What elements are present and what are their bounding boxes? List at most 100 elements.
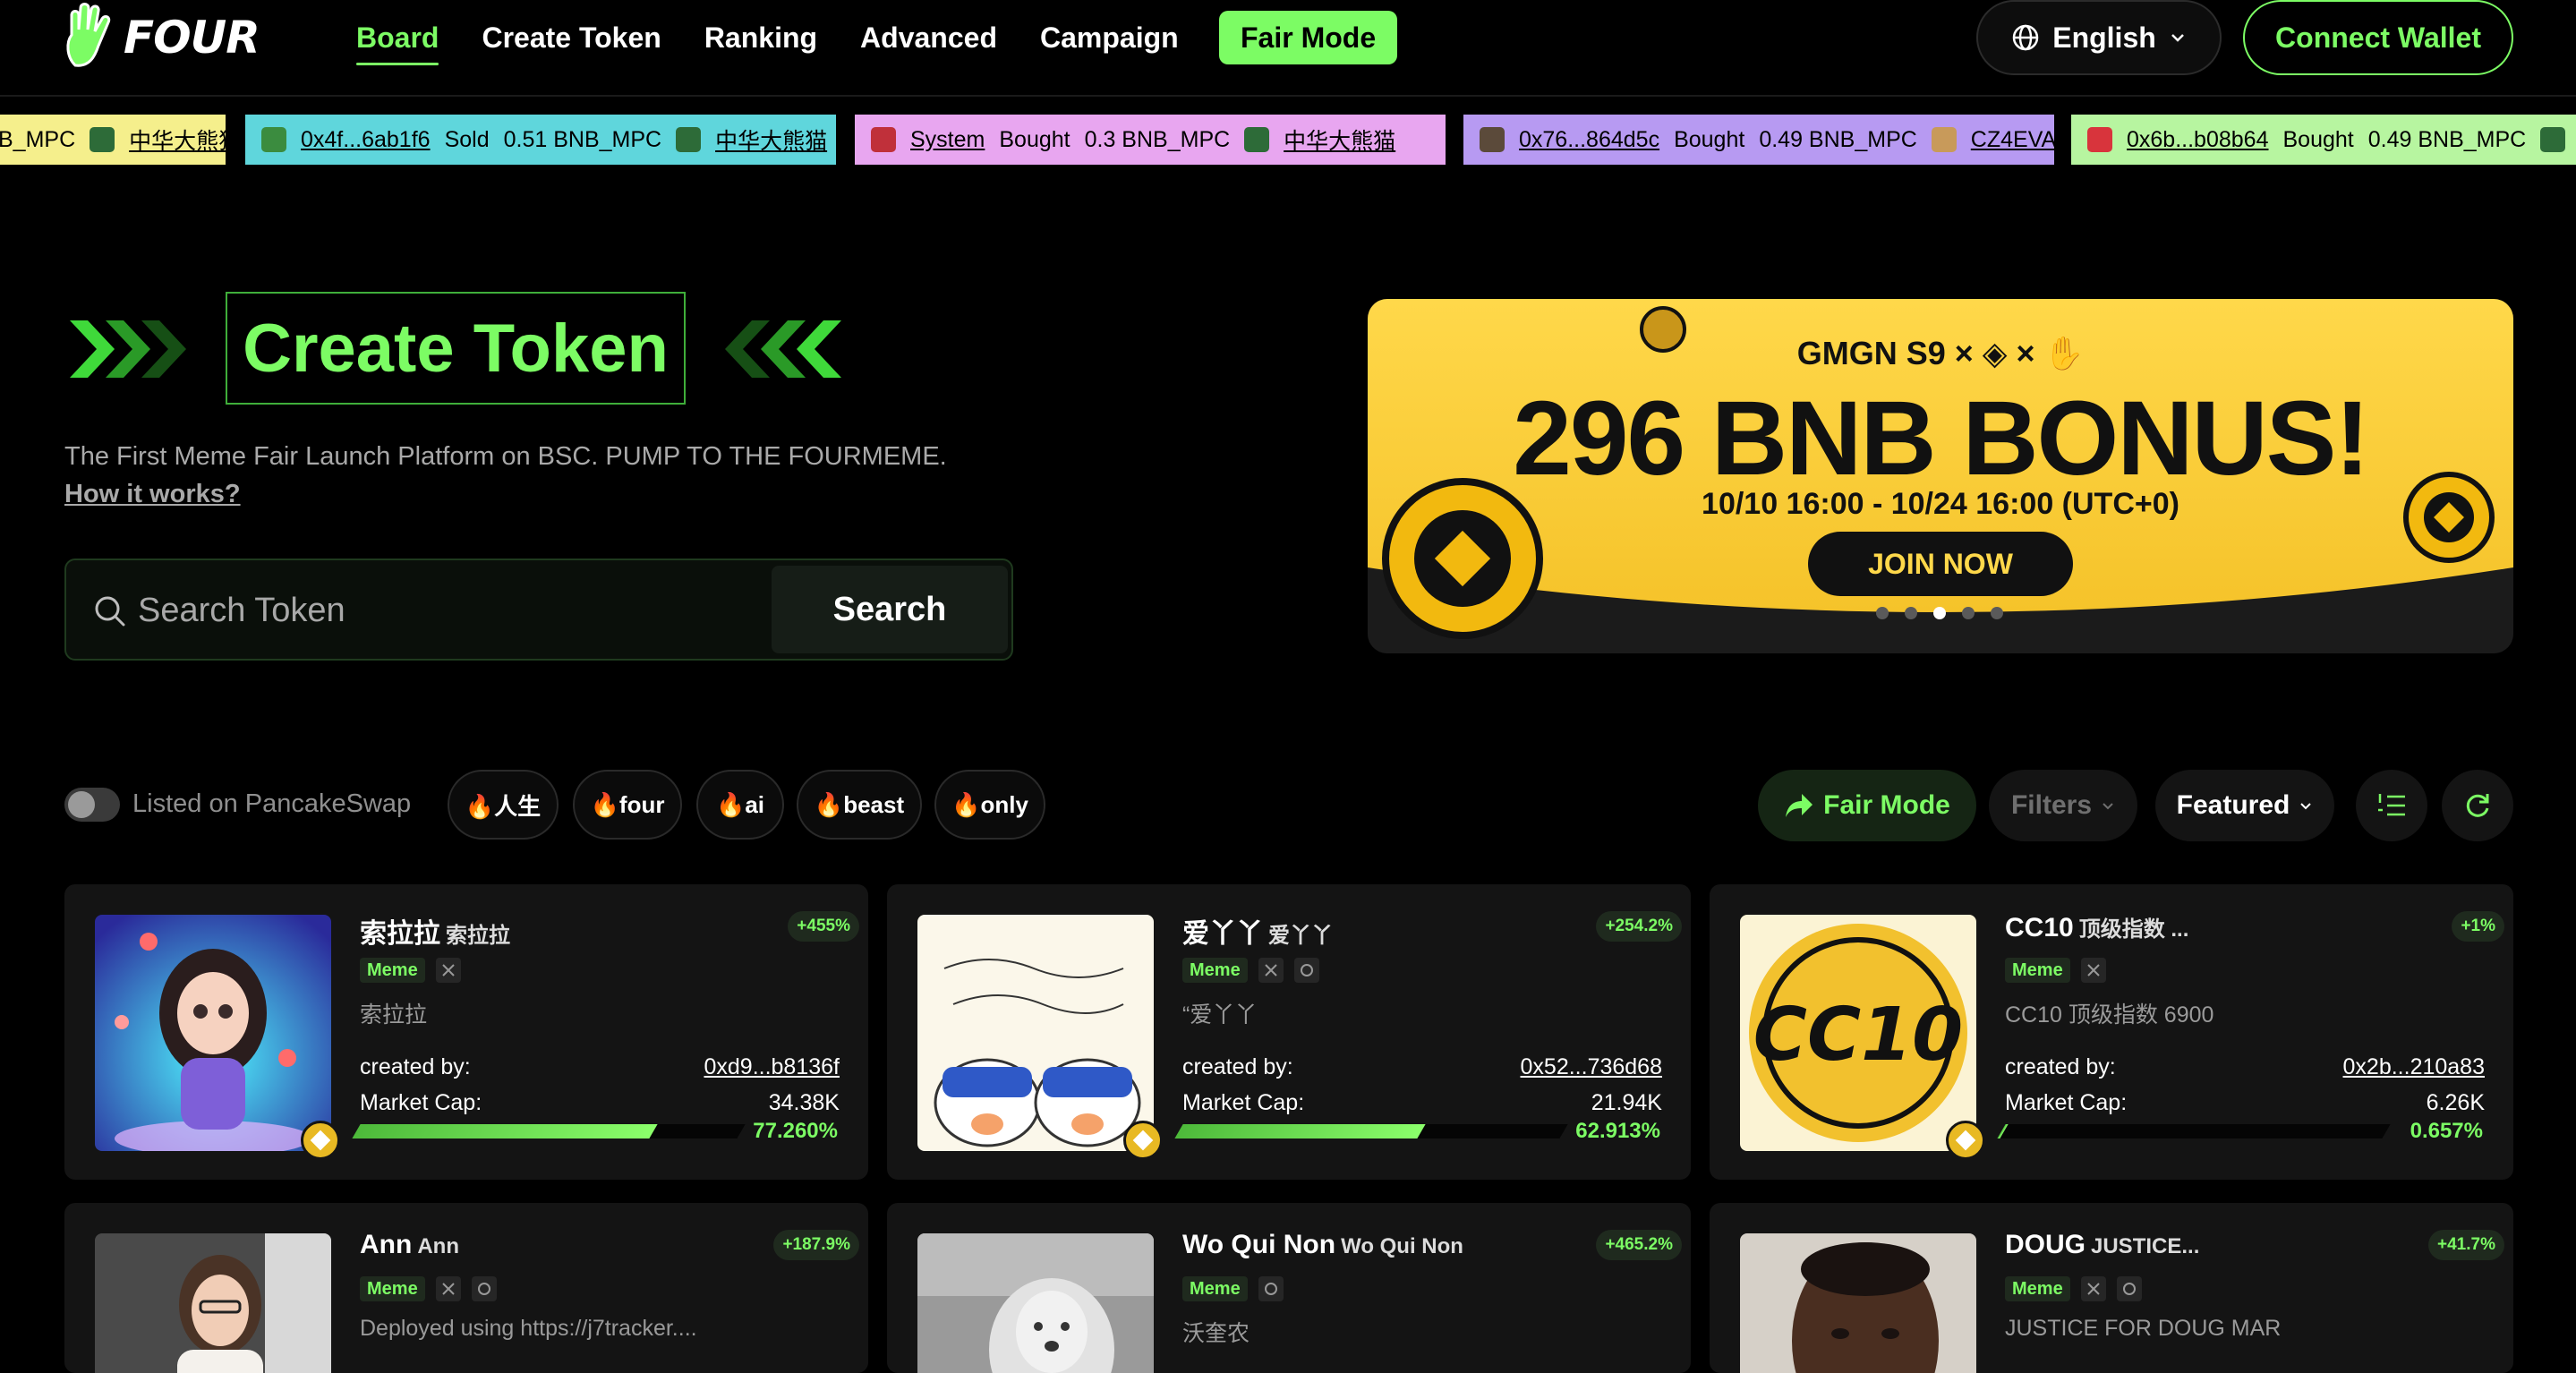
refresh-button[interactable] <box>2442 770 2513 841</box>
market-cap-value: 6.26K <box>2426 1090 2485 1115</box>
bonding-progress-bar <box>1997 1124 2391 1138</box>
market-cap-value: 21.94K <box>1591 1090 1662 1115</box>
sort-dropdown[interactable]: Featured <box>2155 770 2334 841</box>
chip-tag[interactable]: 🔥ai <box>696 770 784 840</box>
top-nav: FOUR Board Create Token Ranking Advanced… <box>0 0 2576 97</box>
how-it-works-link[interactable]: How it works? <box>64 480 241 509</box>
progress-percent: 77.260% <box>753 1119 838 1143</box>
carousel-dot-active[interactable] <box>1933 607 1946 619</box>
share-arrow-icon <box>1786 794 1813 817</box>
four-logo[interactable]: FOUR <box>63 0 260 75</box>
token-avatar-icon <box>676 127 702 152</box>
token-card[interactable]: Ann Ann Meme Deployed using https://j7tra… <box>64 1203 868 1373</box>
website-globe-icon[interactable] <box>1293 958 1319 983</box>
chip-tag[interactable]: 🔥beast <box>797 770 922 840</box>
promo-banner[interactable]: GMGN S9 × ◈ × ✋ 296 BNB BONUS! 10/10 16:… <box>1368 299 2513 653</box>
x-twitter-icon[interactable] <box>1258 958 1284 983</box>
refresh-icon <box>2466 794 2489 817</box>
ticker-token[interactable]: 中华大熊猫 <box>1284 124 1395 156</box>
connect-wallet-button[interactable]: Connect Wallet <box>2243 0 2513 75</box>
token-card[interactable]: 索拉拉 索拉拉 Meme 索拉拉 created by: 0xd9...b8136… <box>64 884 868 1180</box>
chevron-down-icon <box>2300 803 2312 810</box>
meme-tag: Meme <box>1182 958 1248 983</box>
svg-text:CC10: CC10 <box>1753 993 1963 1078</box>
carousel-dot[interactable] <box>1991 607 2003 619</box>
filters-dropdown[interactable]: Filters <box>1989 770 2137 841</box>
token-card[interactable]: CC10 CC10 顶级指数 ... Meme CC10 顶级指数 6900 cr… <box>1710 884 2513 1180</box>
token-tags: Meme <box>1182 958 1319 983</box>
list-view-button[interactable] <box>2356 770 2427 841</box>
progress-fill <box>1174 1124 1426 1138</box>
token-description: CC10 顶级指数 6900 <box>2005 1002 2214 1028</box>
join-now-button[interactable]: JOIN NOW <box>1808 532 2073 596</box>
fair-mode-filter-button[interactable]: Fair Mode <box>1758 770 1976 841</box>
bonding-progress-bar <box>1174 1124 1568 1138</box>
ticker-item[interactable]: B_MPC 中华大熊猫 <box>0 115 241 165</box>
creator-address[interactable]: 0x2b...210a83 <box>2343 1054 2485 1080</box>
bnb-chain-icon <box>1946 1121 1985 1160</box>
ticker-user[interactable]: 0x4f...6ab1f6 <box>301 127 431 153</box>
website-globe-icon[interactable] <box>2116 1276 2142 1301</box>
ticker-item[interactable]: 0x76...864d5c Bought 0.49 BNB_MPC CZ4EVA <box>1463 115 2056 165</box>
change-badge: +41.7% <box>2428 1230 2504 1260</box>
creator-address[interactable]: 0x52...736d68 <box>1521 1054 1662 1080</box>
hero-subtitle: The First Meme Fair Launch Platform on B… <box>64 442 947 471</box>
user-avatar-icon <box>261 127 286 152</box>
token-description: JUSTICE FOR DOUG MAR <box>2005 1316 2282 1341</box>
chip-tag[interactable]: 🔥four <box>573 770 682 840</box>
website-globe-icon[interactable] <box>471 1276 497 1301</box>
ticker-action: Bought <box>2282 126 2354 152</box>
listed-toggle[interactable] <box>64 788 120 822</box>
chevron-down-icon <box>2171 34 2184 42</box>
carousel-dot[interactable] <box>1876 607 1889 619</box>
token-tags: Meme <box>360 958 461 983</box>
nav-link-campaign[interactable]: Campaign <box>1040 21 1179 55</box>
ticker-token[interactable]: CZ4EVA <box>1971 127 2056 153</box>
token-image <box>1740 1233 1976 1373</box>
ticker-user[interactable]: 0x76...864d5c <box>1519 127 1659 153</box>
x-twitter-icon[interactable] <box>435 958 461 983</box>
ticker-item[interactable]: System Bought 0.3 BNB_MPC 中华大熊猫 <box>855 115 1446 165</box>
ticker-token[interactable]: 中华大熊猫 <box>129 124 241 156</box>
market-cap-row: Market Cap: 6.26K <box>2005 1090 2485 1116</box>
ticker-item[interactable]: 0x4f...6ab1f6 Sold 0.51 BNB_MPC 中华大熊猫 <box>245 115 836 165</box>
token-image <box>95 915 331 1151</box>
ticker-amount: 0.51 BNB_MPC <box>503 126 662 152</box>
ticker-token[interactable]: 中华大熊猫 <box>715 124 827 156</box>
token-tags: Meme <box>2005 958 2106 983</box>
nav-link-ranking[interactable]: Ranking <box>704 21 817 55</box>
ticker-item[interactable]: 0x6b...b08b64 Bought 0.49 BNB_MPC 中 <box>2071 115 2576 165</box>
nav-link-advanced[interactable]: Advanced <box>860 21 997 55</box>
token-description: 索拉拉 <box>360 1002 428 1028</box>
creator-address[interactable]: 0xd9...b8136f <box>704 1054 840 1080</box>
search-input[interactable] <box>138 584 818 637</box>
ticker-user[interactable]: System <box>910 127 985 153</box>
x-twitter-icon[interactable] <box>2080 958 2106 983</box>
ticker-user[interactable]: 0x6b...b08b64 <box>2127 127 2268 153</box>
carousel-dot[interactable] <box>1962 607 1975 619</box>
ticker-action: Bought <box>999 126 1070 152</box>
creator-row: created by: 0x2b...210a83 <box>2005 1054 2485 1080</box>
chip-tag[interactable]: 🔥人生 <box>448 770 559 840</box>
fair-mode-nav-button[interactable]: Fair Mode <box>1219 11 1398 64</box>
search-button[interactable]: Search <box>772 566 1008 653</box>
trade-ticker: B_MPC 中华大熊猫 0x4f...6ab1f6 Sold 0.51 BNB_… <box>0 115 2576 165</box>
ticker-amount: 0.3 BNB_MPC <box>1084 126 1231 152</box>
nav-link-board[interactable]: Board <box>356 21 439 65</box>
token-card[interactable]: DOUG JUSTICE... Meme JUSTICE FOR DOUG MAR… <box>1710 1203 2513 1373</box>
language-selector[interactable]: English <box>1976 0 2222 75</box>
chip-tag[interactable]: 🔥only <box>934 770 1045 840</box>
token-card[interactable]: 爱丫丫 爱丫丫 Meme “爱丫丫 created by: 0x52...736d… <box>887 884 1691 1180</box>
progress-percent: 62.913% <box>1575 1119 1660 1143</box>
token-card[interactable]: Wo Qui Non Wo Qui Non Meme 沃奎农 +465.2% <box>887 1203 1691 1373</box>
progress-percent: 0.657% <box>2410 1119 2483 1143</box>
token-tags: Meme <box>1182 1276 1284 1301</box>
x-twitter-icon[interactable] <box>435 1276 461 1301</box>
x-twitter-icon[interactable] <box>2080 1276 2106 1301</box>
token-description: “爱丫丫 <box>1182 1002 1258 1028</box>
website-globe-icon[interactable] <box>1258 1276 1284 1301</box>
meme-tag: Meme <box>1182 1276 1248 1301</box>
carousel-dot[interactable] <box>1905 607 1917 619</box>
nav-link-create-token[interactable]: Create Token <box>482 21 661 55</box>
chevrons-right-icon <box>70 320 186 378</box>
